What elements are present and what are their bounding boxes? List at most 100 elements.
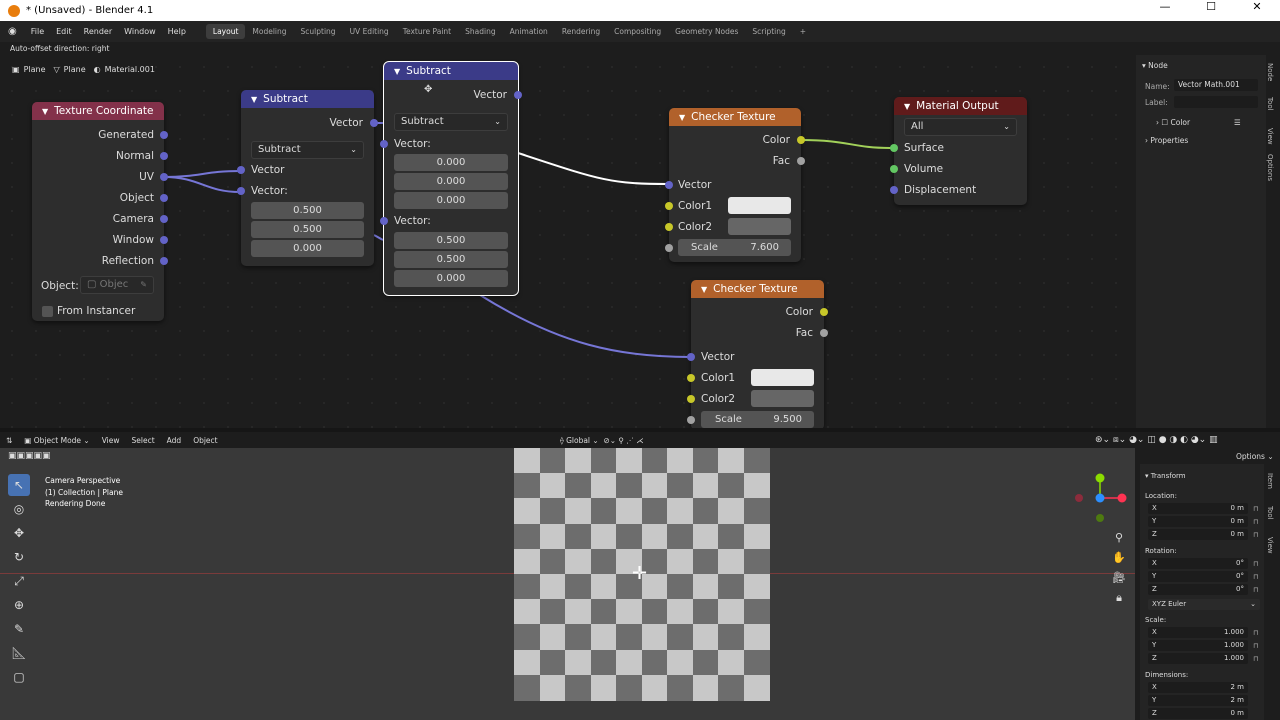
breadcrumb-mesh[interactable]: ▽ Plane xyxy=(54,65,86,74)
editor-type-icon[interactable]: ⇅ xyxy=(0,436,18,445)
node-editor[interactable]: ▣ Plane ▽ Plane ◐ Material.001 ▼ Texture Coo… xyxy=(0,55,1130,428)
collapse-icon[interactable]: ▼ xyxy=(42,107,48,116)
tab-texture-paint[interactable]: Texture Paint xyxy=(396,24,458,39)
color2-swatch[interactable] xyxy=(751,390,814,407)
rotation-mode-dropdown[interactable]: XYZ Euler ⌄ xyxy=(1148,599,1260,610)
color2-swatch[interactable] xyxy=(728,218,791,235)
tab-tool[interactable]: Tool xyxy=(1266,498,1274,528)
select-mode-icons[interactable]: ▣▣▣▣▣ xyxy=(8,451,51,461)
vector-z-field[interactable]: 0.000 xyxy=(251,240,364,257)
output-socket[interactable] xyxy=(820,329,828,337)
tab-uv-editing[interactable]: UV Editing xyxy=(343,24,396,39)
menu-add[interactable]: Add xyxy=(161,436,188,445)
color1-swatch[interactable] xyxy=(728,197,791,214)
input-socket[interactable] xyxy=(687,395,695,403)
node-header[interactable]: ▼ Subtract xyxy=(384,62,518,80)
menu-view[interactable]: View xyxy=(96,436,126,445)
input-socket[interactable] xyxy=(237,187,245,195)
checker-texture-node-1[interactable]: ▼ Checker Texture Color Fac Vector Color1… xyxy=(665,108,805,262)
rotation-z-field[interactable]: Z 0° xyxy=(1148,584,1248,595)
tab-view[interactable]: View xyxy=(1266,530,1274,560)
output-socket[interactable] xyxy=(160,215,168,223)
output-socket[interactable] xyxy=(797,136,805,144)
scale-icon[interactable]: ⤢ xyxy=(8,570,30,592)
tab-item[interactable]: Item xyxy=(1266,466,1274,496)
lock-icon[interactable]: 🔒︎ xyxy=(1110,588,1128,608)
operation-dropdown[interactable]: Subtract ⌄ xyxy=(394,113,508,131)
collapse-icon[interactable]: ▼ xyxy=(679,113,685,122)
properties-panel-header[interactable]: › Properties xyxy=(1145,136,1188,145)
checker-texture-node-2[interactable]: ▼ Checker Texture Color Fac Vector Color1… xyxy=(687,280,828,428)
lock-icon[interactable]: ⊓ xyxy=(1253,573,1258,581)
blender-menu-icon[interactable]: ◉ xyxy=(0,26,25,37)
tab-node[interactable]: Node xyxy=(1266,57,1274,87)
menu-help[interactable]: Help xyxy=(162,27,192,36)
scale-z-field[interactable]: Z 1.000 xyxy=(1148,653,1248,664)
transform-orientation-dropdown[interactable]: ⟠ Global ⌄ ⊘⌄ ⚲ ⋰ ⋌ xyxy=(560,436,644,445)
cursor-icon[interactable]: ◎ xyxy=(8,498,30,520)
lock-icon[interactable]: ⊓ xyxy=(1253,586,1258,594)
input-socket[interactable] xyxy=(665,202,673,210)
collapse-icon[interactable]: ▼ xyxy=(701,285,707,294)
output-socket[interactable] xyxy=(160,194,168,202)
menu-window[interactable]: Window xyxy=(118,27,162,36)
tab-geometry-nodes[interactable]: Geometry Nodes xyxy=(668,24,745,39)
tab-layout[interactable]: Layout xyxy=(205,24,246,39)
tab-scripting[interactable]: Scripting xyxy=(745,24,792,39)
input-socket[interactable] xyxy=(687,374,695,382)
output-socket[interactable] xyxy=(797,157,805,165)
input-socket[interactable] xyxy=(687,353,695,361)
location-y-field[interactable]: Y 0 m xyxy=(1148,516,1248,527)
tab-compositing[interactable]: Compositing xyxy=(607,24,668,39)
input-socket[interactable] xyxy=(380,140,388,148)
tab-options[interactable]: Options xyxy=(1266,153,1274,183)
vector1-x-field[interactable]: 0.000 xyxy=(394,154,508,171)
options-dropdown[interactable]: Options ⌄ xyxy=(1236,452,1274,461)
color1-swatch[interactable] xyxy=(751,369,814,386)
vector1-z-field[interactable]: 0.000 xyxy=(394,192,508,209)
texture-coordinate-node[interactable]: ▼ Texture Coordinate Generated Normal UV … xyxy=(32,102,168,321)
menu-select[interactable]: Select xyxy=(126,436,161,445)
output-socket[interactable] xyxy=(160,173,168,181)
lock-icon[interactable]: ⊓ xyxy=(1253,629,1258,637)
output-socket[interactable] xyxy=(370,119,378,127)
lock-icon[interactable]: ⊓ xyxy=(1253,655,1258,663)
input-socket[interactable] xyxy=(687,416,695,424)
node-header[interactable]: ▼ Subtract xyxy=(241,90,374,108)
location-x-field[interactable]: X 0 m xyxy=(1148,503,1248,514)
node-header[interactable]: ▼ Checker Texture xyxy=(669,108,801,126)
operation-dropdown[interactable]: Subtract ⌄ xyxy=(251,141,364,159)
zoom-icon[interactable]: ⚲ xyxy=(1110,528,1128,548)
breadcrumb-object[interactable]: ▣ Plane xyxy=(12,65,46,74)
output-socket[interactable] xyxy=(160,257,168,265)
close-icon[interactable]: ✕ xyxy=(1234,0,1280,13)
lock-icon[interactable]: ⊓ xyxy=(1253,505,1258,513)
output-socket[interactable] xyxy=(160,131,168,139)
select-box-icon[interactable]: ↖ xyxy=(8,474,30,496)
lock-icon[interactable]: ⊓ xyxy=(1253,531,1258,539)
input-socket[interactable] xyxy=(665,223,673,231)
output-socket[interactable] xyxy=(514,91,522,99)
node-label-field[interactable] xyxy=(1174,96,1258,108)
move-icon[interactable]: ✥ xyxy=(8,522,30,544)
maximize-icon[interactable]: ☐ xyxy=(1188,0,1234,13)
tab-animation[interactable]: Animation xyxy=(503,24,555,39)
menu-edit[interactable]: Edit xyxy=(50,27,78,36)
dimensions-z-field[interactable]: Z 0 m xyxy=(1148,708,1248,719)
menu-file[interactable]: File xyxy=(25,27,50,36)
dimensions-y-field[interactable]: Y 2 m xyxy=(1148,695,1248,706)
add-cube-icon[interactable]: ▢ xyxy=(8,666,30,688)
input-socket[interactable] xyxy=(890,144,898,152)
input-socket[interactable] xyxy=(380,217,388,225)
input-socket[interactable] xyxy=(237,166,245,174)
viewport-shading-icons[interactable]: ⊛⌄ ⧈⌄ ◕⌄ ◫ ● ◑ ◐ ◕⌄ ▥ xyxy=(1095,435,1218,445)
list-icon[interactable]: ☰ xyxy=(1234,118,1241,127)
color-subpanel[interactable]: › ☐ Color xyxy=(1156,118,1190,127)
node-header[interactable]: ▼ Checker Texture xyxy=(691,280,824,298)
rotate-icon[interactable]: ↻ xyxy=(8,546,30,568)
input-socket[interactable] xyxy=(665,181,673,189)
collapse-icon[interactable]: ▼ xyxy=(251,95,257,104)
scale-field[interactable]: Scale 9.500 xyxy=(701,411,814,428)
transform-header[interactable]: ▾ Transform xyxy=(1145,472,1186,480)
vector-x-field[interactable]: 0.500 xyxy=(251,202,364,219)
